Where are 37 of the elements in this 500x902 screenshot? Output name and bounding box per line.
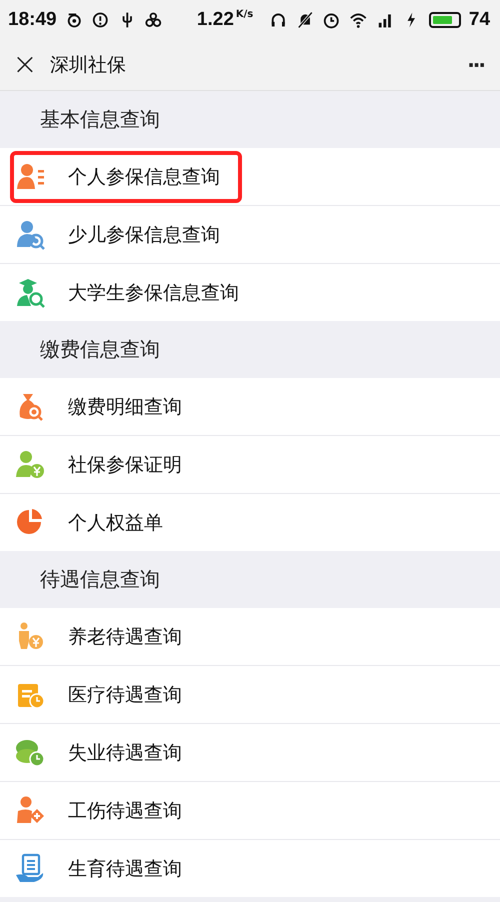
menu-item[interactable]: 社保参保证明	[0, 436, 500, 494]
bell-muted-icon	[296, 10, 314, 30]
speed-unit: K/s	[236, 9, 254, 20]
item-label: 失业待遇查询	[68, 740, 182, 766]
item-label: 养老待遇查询	[68, 624, 182, 650]
battery-icon	[428, 12, 461, 28]
item-icon	[14, 276, 46, 308]
item-label: 医疗待遇查询	[68, 682, 182, 708]
alert-icon	[91, 10, 110, 30]
menu-item[interactable]: 大学生参保信息查询	[0, 264, 500, 321]
page-title: 深圳社保	[50, 53, 127, 78]
item-label: 个人权益单	[68, 510, 163, 536]
menu-item[interactable]: 养老待遇查询	[0, 608, 500, 666]
menu-item[interactable]: 个人参保信息查询	[0, 148, 500, 206]
item-label: 缴费明细查询	[68, 394, 182, 420]
item-label: 个人参保信息查询	[68, 164, 220, 190]
close-button[interactable]: ×	[12, 50, 38, 80]
item-icon	[14, 448, 46, 480]
menu-item[interactable]: 缴费明细查询	[0, 378, 500, 436]
item-label: 工伤待遇查询	[68, 798, 182, 824]
more-button[interactable]: ···	[467, 53, 484, 77]
status-time: 18:49	[8, 9, 57, 31]
battery-percent: 74	[468, 9, 490, 31]
menu-item[interactable]: 个人权益单	[0, 494, 500, 551]
item-label: 大学生参保信息查询	[68, 280, 239, 306]
menu-item[interactable]: 失业待遇查询	[0, 724, 500, 782]
item-icon	[14, 218, 46, 250]
menu-item[interactable]: 生育待遇查询	[0, 840, 500, 897]
item-label: 生育待遇查询	[68, 856, 182, 882]
item-label: 少儿参保信息查询	[68, 222, 220, 248]
link-icon	[144, 10, 163, 30]
item-label: 社保参保证明	[68, 452, 182, 478]
menu-item[interactable]: 少儿参保信息查询	[0, 206, 500, 264]
network-speed: 1.22	[196, 9, 234, 31]
menu-item[interactable]: 医疗待遇查询	[0, 666, 500, 724]
item-icon	[14, 852, 46, 884]
menu-item[interactable]: 工伤待遇查询	[0, 782, 500, 840]
